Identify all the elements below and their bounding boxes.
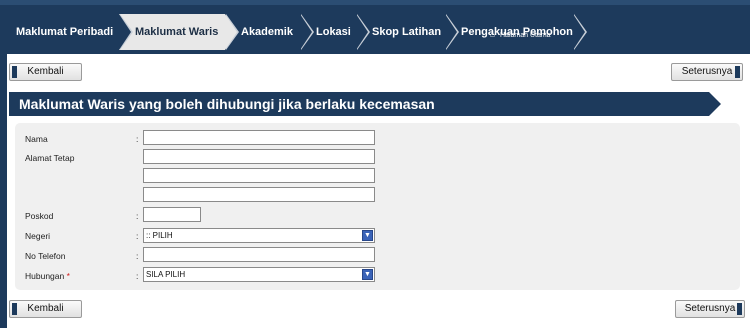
poskod-field[interactable] [143,207,201,222]
home-link[interactable]: ⌂ Halaman Utama [490,30,551,40]
nama-label: Nama [25,134,48,144]
wizard-tabs: Maklumat Peribadi Maklumat Waris Akademi… [0,14,750,50]
nama-field[interactable] [143,130,375,145]
back-button-top[interactable]: Kembali [9,63,82,81]
tab-maklumat-peribadi[interactable]: Maklumat Peribadi [0,14,133,50]
tab-maklumat-waris[interactable]: Maklumat Waris [119,14,239,50]
alamat-line1-field[interactable] [143,149,375,164]
negeri-select[interactable]: :: PILIH ▼ [143,228,375,243]
alamat-label: Alamat Tetap [25,153,75,163]
colon: : [136,251,139,261]
back-button-label: Kembali [27,66,64,77]
next-button-top[interactable]: Seterusnya [671,63,743,81]
required-mark: * [66,271,70,281]
next-button-bottom[interactable]: Seterusnya [675,300,745,318]
negeri-selected-value: :: PILIH [146,231,173,240]
top-border [0,0,750,5]
tab-label: Maklumat Peribadi [16,26,114,38]
telefon-label: No Telefon [25,251,66,261]
hubungan-selected-value: SILA PILIH [146,270,186,279]
next-button-label: Seterusnya [681,66,733,77]
hubungan-label-text: Hubungan [25,271,65,281]
alamat-line2-field[interactable] [143,168,375,183]
negeri-label: Negeri [25,231,51,241]
next-button-label: Seterusnya [684,303,736,314]
tab-label: Akademik [241,26,293,38]
home-icon: ⌂ [490,30,495,39]
chevron-down-icon[interactable]: ▼ [362,269,373,280]
back-button-bottom[interactable]: Kembali [9,300,82,318]
tab-label: Skop Latihan [372,26,442,38]
telefon-field[interactable] [143,247,375,262]
tab-label: Lokasi [316,26,351,38]
alamat-line3-field[interactable] [143,187,375,202]
section-title: Maklumat Waris yang boleh dihubungi jika… [9,92,721,116]
home-link-label: Halaman Utama [500,32,551,39]
colon: : [136,211,139,221]
hubungan-label: Hubungan * [25,271,70,281]
hubungan-select[interactable]: SILA PILIH ▼ [143,267,375,282]
section-title-text: Maklumat Waris yang boleh dihubungi jika… [19,96,435,112]
chevron-down-icon[interactable]: ▼ [362,230,373,241]
colon: : [136,231,139,241]
tab-label: Maklumat Waris [135,26,219,38]
colon: : [136,271,139,281]
form-container [15,123,740,290]
back-button-label: Kembali [27,303,64,314]
poskod-label: Poskod [25,211,54,221]
colon: : [136,134,139,144]
